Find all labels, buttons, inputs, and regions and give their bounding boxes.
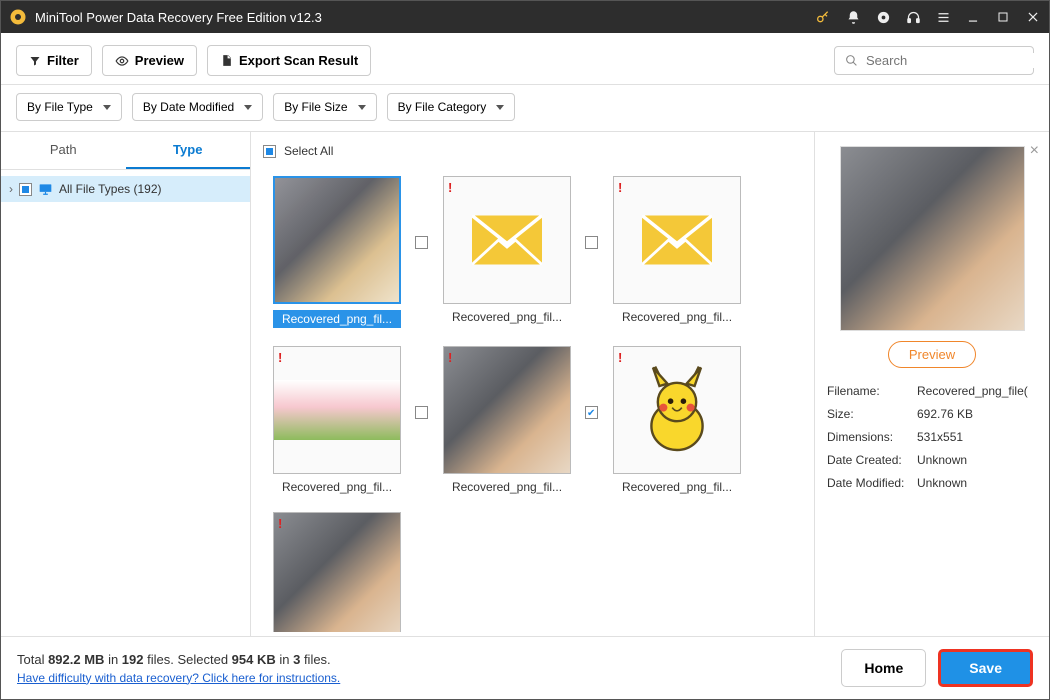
close-preview-icon[interactable]: × xyxy=(1030,142,1039,160)
detail-size-label: Size: xyxy=(827,407,917,421)
results-pane: Select All ! Recovered_png_fil...! Recover… xyxy=(251,132,814,636)
main-area: Path Type › All File Types (192) Select … xyxy=(1,132,1049,636)
thumbnail-label: Recovered_png_fil... xyxy=(613,480,741,494)
detail-dim-label: Dimensions: xyxy=(827,430,917,444)
filter-row: By File Type By Date Modified By File Si… xyxy=(1,85,1049,132)
filter-file-type[interactable]: By File Type xyxy=(16,93,122,121)
tree-checkbox[interactable] xyxy=(19,183,32,196)
headset-icon[interactable] xyxy=(905,9,921,25)
sidebar: Path Type › All File Types (192) xyxy=(1,132,251,636)
file-checkbox[interactable] xyxy=(415,236,428,249)
file-thumbnail[interactable]: ! Recovered_png_fil... xyxy=(603,346,751,494)
file-thumbnail[interactable]: ! Recovered_png_fil... xyxy=(433,176,581,328)
detail-created-label: Date Created: xyxy=(827,453,917,467)
preview-label: Preview xyxy=(135,53,184,68)
app-title: MiniTool Power Data Recovery Free Editio… xyxy=(35,10,815,25)
warning-icon: ! xyxy=(278,350,282,365)
thumbnail-image: ! xyxy=(273,176,401,304)
thumbnail-grid: ! Recovered_png_fil...! Recovered_png_fil.… xyxy=(259,166,806,632)
detail-filename-value: Recovered_png_file( xyxy=(917,384,1037,398)
warning-icon: ! xyxy=(278,516,282,531)
filter-file-size[interactable]: By File Size xyxy=(273,93,376,121)
filter-file-category[interactable]: By File Category xyxy=(387,93,516,121)
tab-type[interactable]: Type xyxy=(126,132,251,169)
file-thumbnail[interactable]: ! Recovered_png_fil... xyxy=(433,346,581,494)
warning-icon: ! xyxy=(448,180,452,195)
detail-modified-value: Unknown xyxy=(917,476,1037,490)
preview-panel: × Preview Filename: Recovered_png_file( … xyxy=(814,132,1049,636)
save-button[interactable]: Save xyxy=(938,649,1033,687)
filter-button[interactable]: Filter xyxy=(16,45,92,76)
tree-item-all-file-types[interactable]: › All File Types (192) xyxy=(1,176,250,202)
file-thumbnail[interactable]: ! Recovered_png_fil... xyxy=(263,176,411,328)
thumbnail-label: Recovered_png_fil... xyxy=(443,310,571,324)
maximize-icon[interactable] xyxy=(995,9,1011,25)
select-all-label: Select All xyxy=(284,144,333,158)
file-thumbnail[interactable]: ! xyxy=(263,512,411,632)
chevron-right-icon: › xyxy=(9,182,13,196)
minimize-icon[interactable] xyxy=(965,9,981,25)
select-all-checkbox[interactable] xyxy=(263,145,276,158)
search-icon xyxy=(845,54,858,67)
key-icon[interactable] xyxy=(815,9,831,25)
close-icon[interactable] xyxy=(1025,9,1041,25)
search-input-wrap[interactable] xyxy=(834,46,1034,75)
detail-filename-label: Filename: xyxy=(827,384,917,398)
filter-label: Filter xyxy=(47,53,79,68)
export-label: Export Scan Result xyxy=(239,53,358,68)
title-bar: MiniTool Power Data Recovery Free Editio… xyxy=(1,1,1049,33)
file-thumbnail[interactable]: ! Recovered_png_fil... xyxy=(263,346,411,494)
search-input[interactable] xyxy=(866,53,1042,68)
help-link[interactable]: Have difficulty with data recovery? Clic… xyxy=(17,671,340,685)
thumbnail-image: ! xyxy=(613,346,741,474)
thumbnail-label: Recovered_png_fil... xyxy=(273,480,401,494)
menu-icon[interactable] xyxy=(935,9,951,25)
thumbnail-label: Recovered_png_fil... xyxy=(613,310,741,324)
thumbnail-image: ! xyxy=(613,176,741,304)
file-checkbox[interactable] xyxy=(585,236,598,249)
status-bar: Total 892.2 MB in 192 files. Selected 95… xyxy=(1,636,1049,699)
home-button[interactable]: Home xyxy=(841,649,926,687)
main-toolbar: Filter Preview Export Scan Result xyxy=(1,33,1049,85)
app-logo-icon xyxy=(9,8,27,26)
filter-date-modified[interactable]: By Date Modified xyxy=(132,93,263,121)
thumbnail-image: ! xyxy=(443,176,571,304)
thumbnail-image: ! xyxy=(443,346,571,474)
funnel-icon xyxy=(29,55,41,67)
warning-icon: ! xyxy=(618,350,622,365)
file-checkbox[interactable] xyxy=(585,406,598,419)
preview-toolbar-button[interactable]: Preview xyxy=(102,45,197,76)
warning-icon: ! xyxy=(618,180,622,195)
monitor-icon xyxy=(38,182,53,196)
thumbnail-label: Recovered_png_fil... xyxy=(443,480,571,494)
preview-button[interactable]: Preview xyxy=(888,341,976,368)
detail-modified-label: Date Modified: xyxy=(827,476,917,490)
disc-icon[interactable] xyxy=(875,9,891,25)
eye-icon xyxy=(115,54,129,68)
tree-label: All File Types (192) xyxy=(59,182,162,196)
export-button[interactable]: Export Scan Result xyxy=(207,45,371,76)
file-thumbnail[interactable]: ! Recovered_png_fil... xyxy=(603,176,751,328)
export-icon xyxy=(220,54,233,67)
thumbnail-image: ! xyxy=(273,346,401,474)
warning-icon: ! xyxy=(448,350,452,365)
file-checkbox[interactable] xyxy=(415,406,428,419)
bell-icon[interactable] xyxy=(845,9,861,25)
thumbnail-label: Recovered_png_fil... xyxy=(273,310,401,328)
stats-text: Total 892.2 MB in 192 files. Selected 95… xyxy=(17,652,340,667)
detail-created-value: Unknown xyxy=(917,453,1037,467)
detail-size-value: 692.76 KB xyxy=(917,407,1037,421)
tab-path[interactable]: Path xyxy=(1,132,126,169)
detail-dim-value: 531x551 xyxy=(917,430,1037,444)
thumbnail-image: ! xyxy=(273,512,401,632)
preview-image xyxy=(840,146,1025,331)
